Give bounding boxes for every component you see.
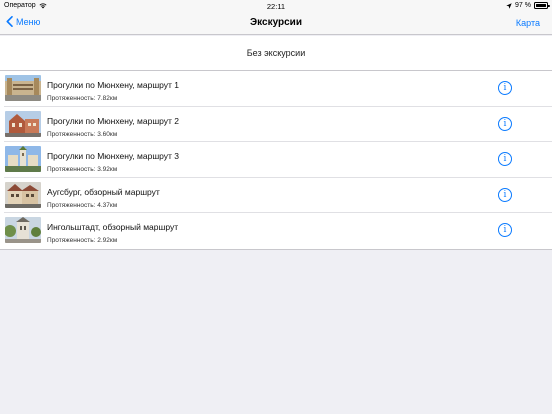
tour-distance: Протяженность: 4.37км <box>47 201 118 209</box>
tour-distance: Протяженность: 2.92км <box>47 237 118 244</box>
tour-thumbnail <box>5 110 41 137</box>
info-circle-icon[interactable]: i <box>498 223 512 237</box>
tour-title: Прогулки по Мюнхену, маршрут 2 <box>47 115 180 126</box>
tour-thumbnail <box>5 146 41 172</box>
status-right: 97 % <box>506 2 550 9</box>
info-circle-icon[interactable]: i <box>498 187 512 202</box>
status-time: 22:11 <box>266 2 286 11</box>
status-bar: Оператор 22:11 97 % <box>0 0 552 12</box>
tour-title: Ингольштадт, обзорный маршрут <box>47 222 179 232</box>
map-button[interactable]: Карта <box>516 18 540 28</box>
tour-distance: Протяженность: 7.82км <box>47 95 118 102</box>
no-excursion-cell[interactable]: Без экскурсии <box>0 36 552 71</box>
location-arrow-icon <box>506 2 512 9</box>
navigation-bar: Меню Экскурсии Карта <box>0 12 552 35</box>
tour-row-2[interactable]: Прогулки по Мюнхену, маршрут 2 Протяженн… <box>0 107 552 142</box>
tour-distance: Протяженность: 3.92км <box>47 166 118 173</box>
tour-title: Аугсбург, обзорный маршрут <box>47 186 160 197</box>
tour-thumbnail <box>5 217 41 243</box>
page-title: Экскурсии <box>250 17 302 28</box>
tour-thumbnail <box>5 75 41 101</box>
battery-percent: 97 % <box>515 2 531 9</box>
tour-row-5[interactable]: Ингольштадт, обзорный маршрут Протяженно… <box>0 213 552 249</box>
info-circle-icon[interactable]: i <box>498 81 512 95</box>
tour-thumbnail <box>5 181 41 208</box>
battery-icon <box>534 2 550 9</box>
info-circle-icon[interactable]: i <box>498 152 512 166</box>
tour-row-3[interactable]: Прогулки по Мюнхену, маршрут 3 Протяженн… <box>0 142 552 178</box>
info-circle-icon[interactable]: i <box>498 116 512 131</box>
tour-list: Прогулки по Мюнхену, маршрут 1 Протяженн… <box>0 71 552 250</box>
tour-title: Прогулки по Мюнхену, маршрут 1 <box>47 80 180 90</box>
tour-row-1[interactable]: Прогулки по Мюнхену, маршрут 1 Протяженн… <box>0 71 552 107</box>
tour-row-4[interactable]: Аугсбург, обзорный маршрут Протяженность… <box>0 178 552 213</box>
tour-distance: Протяженность: 3.60км <box>47 130 118 138</box>
tour-title: Прогулки по Мюнхену, маршрут 3 <box>47 151 180 161</box>
